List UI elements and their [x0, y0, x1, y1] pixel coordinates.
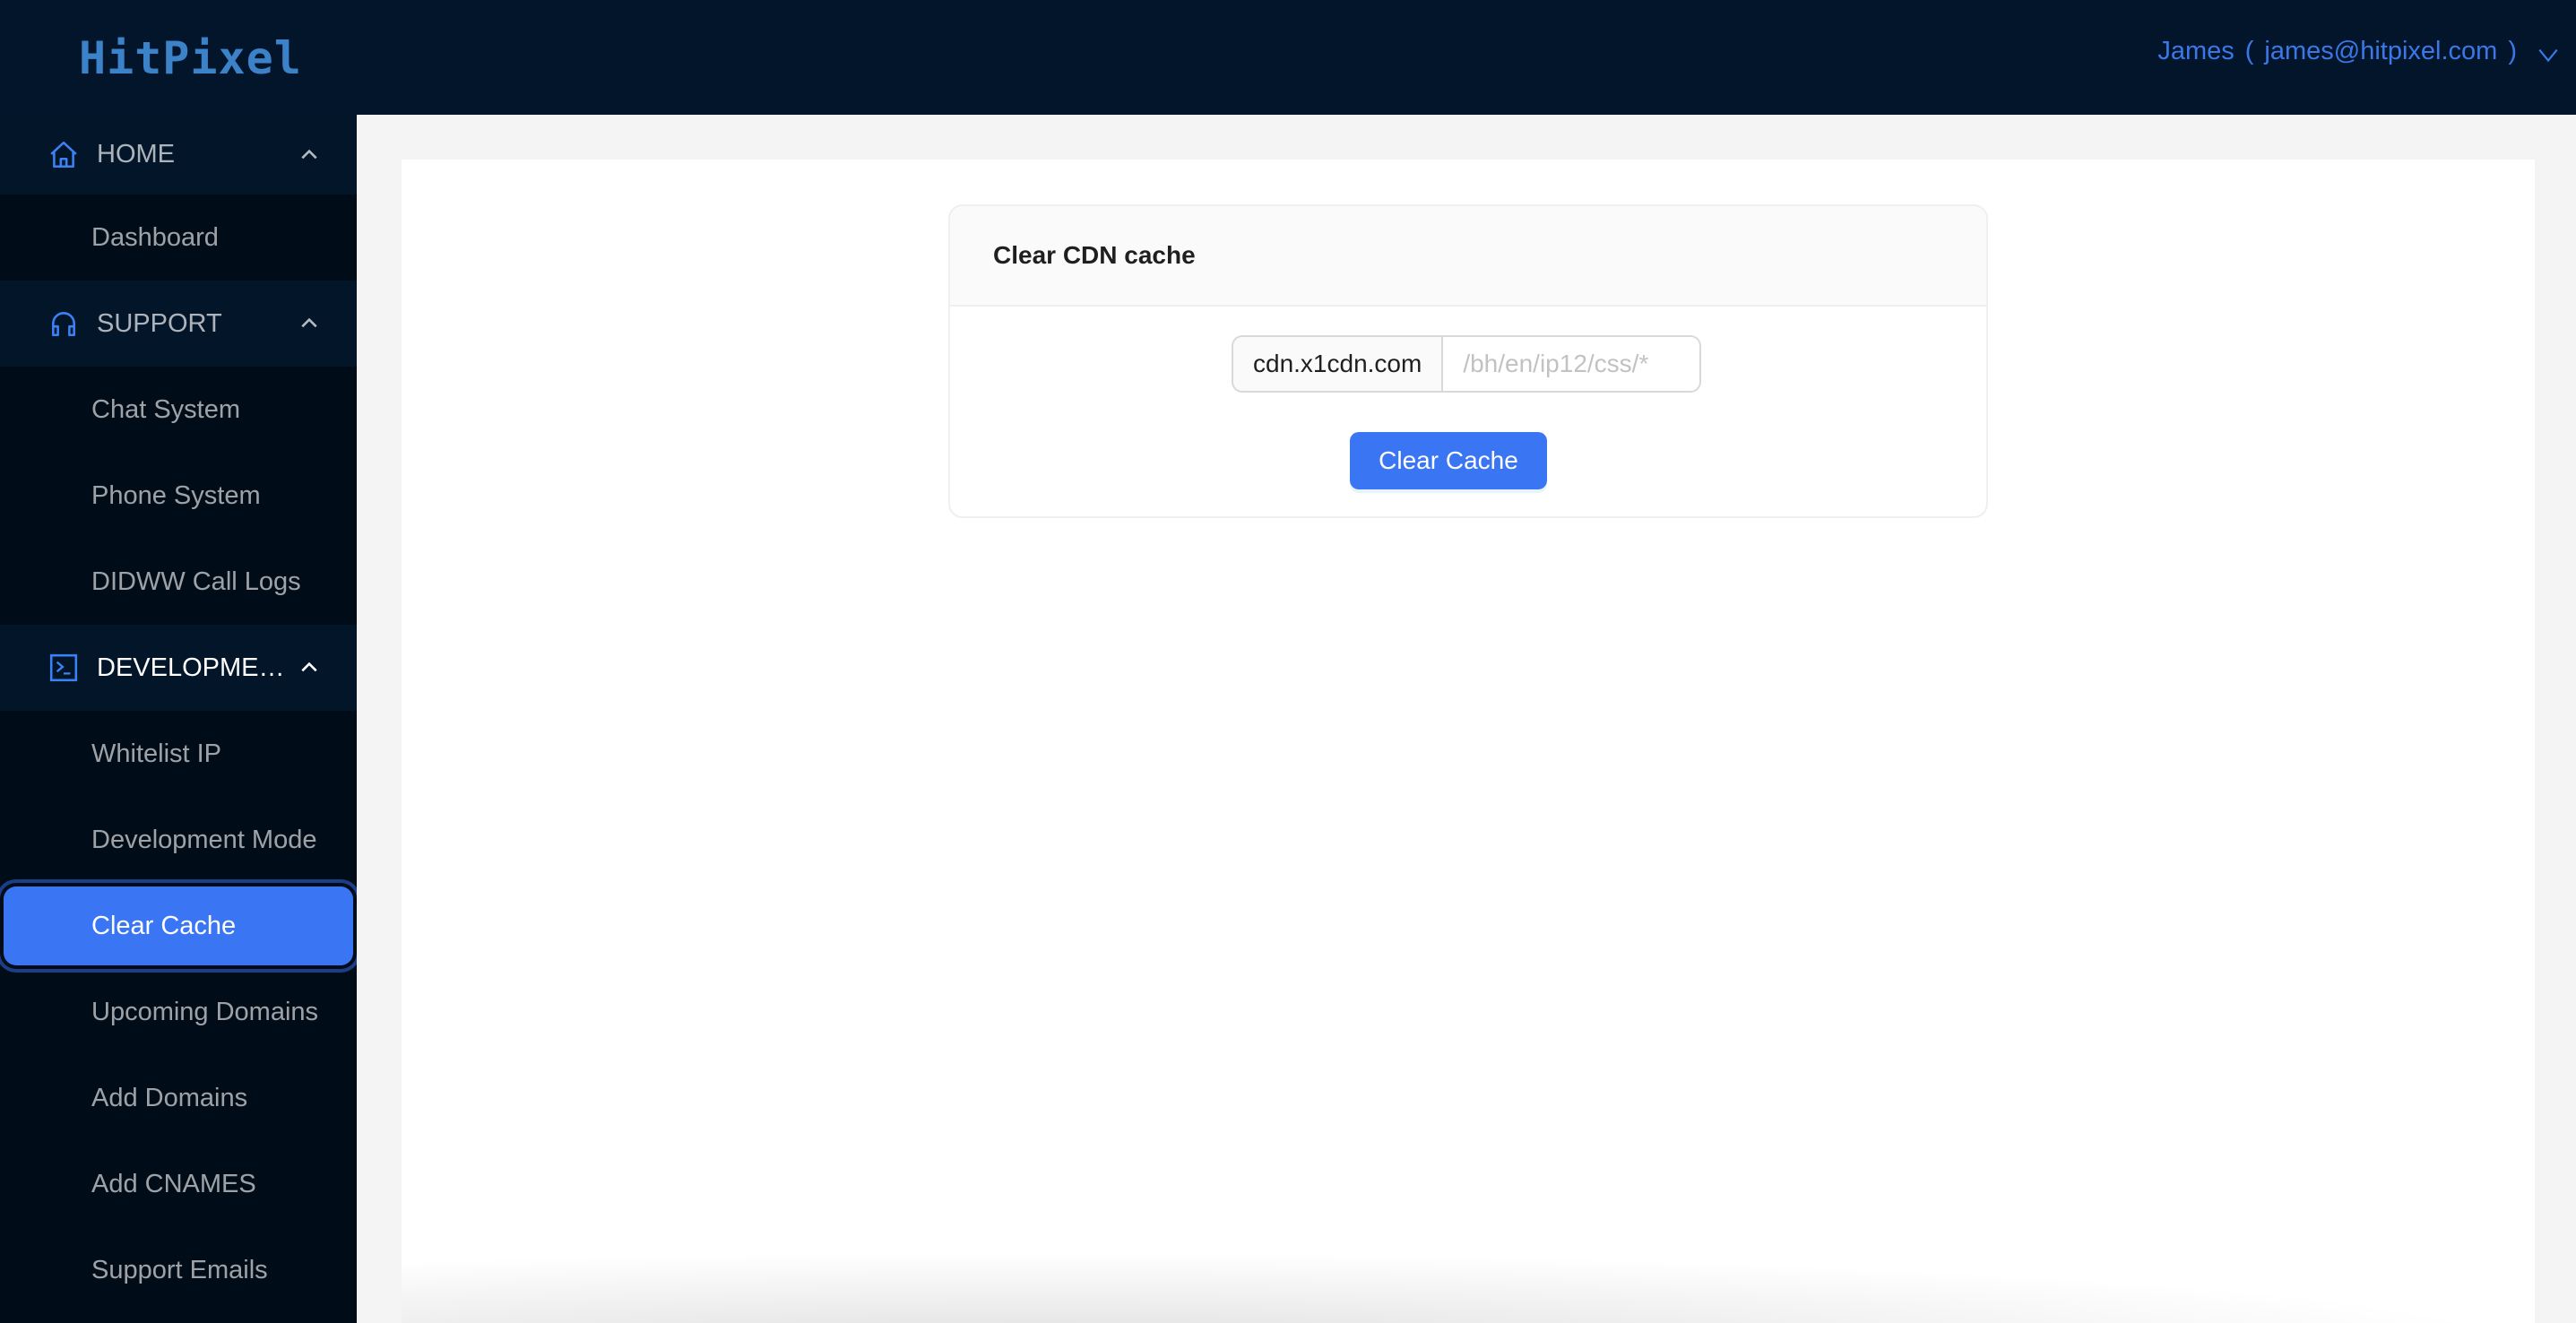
- sidebar-item-support-emails[interactable]: Support Emails: [0, 1227, 357, 1313]
- user-menu[interactable]: James ( james@hitpixel.com ): [2157, 36, 2560, 66]
- sidebar-group-label: HOME: [97, 140, 175, 169]
- sidebar-item-development-mode[interactable]: Development Mode: [0, 797, 357, 883]
- cdn-path-input-group: cdn.x1cdn.com: [1232, 335, 1702, 393]
- main-content: Clear CDN cache cdn.x1cdn.com Clear Cach…: [357, 115, 2576, 1323]
- sidebar: HOME Dashboard SUPPORT Chat System Phone…: [0, 115, 357, 1323]
- terminal-icon: [49, 653, 78, 682]
- content-panel: Clear CDN cache cdn.x1cdn.com Clear Cach…: [402, 160, 2535, 1323]
- sidebar-group-support[interactable]: SUPPORT: [0, 281, 357, 367]
- sidebar-item-clear-cache[interactable]: Clear Cache: [4, 886, 353, 965]
- headphones-icon: [52, 312, 75, 337]
- sidebar-item-whitelist-ip[interactable]: Whitelist IP: [0, 711, 357, 797]
- close-paren: ): [2508, 36, 2517, 65]
- sidebar-group-development[interactable]: DEVELOPMEN...: [0, 625, 357, 711]
- sidebar-item-didww-call-logs[interactable]: DIDWW Call Logs: [0, 539, 357, 625]
- sidebar-item-chat-system[interactable]: Chat System: [0, 367, 357, 453]
- logo-text: HitPixel: [79, 32, 302, 84]
- chevron-up-icon: [301, 662, 317, 672]
- cdn-domain-addon: cdn.x1cdn.com: [1232, 335, 1442, 393]
- clear-cdn-cache-card: Clear CDN cache cdn.x1cdn.com Clear Cach…: [948, 204, 1988, 518]
- top-header: HitPixel James ( james@hitpixel.com ): [0, 0, 2576, 115]
- sidebar-group-home[interactable]: HOME: [0, 115, 357, 195]
- hitpixel-logo[interactable]: HitPixel: [79, 32, 302, 84]
- clear-cache-button[interactable]: Clear Cache: [1350, 432, 1547, 489]
- sidebar-item-dashboard[interactable]: Dashboard: [0, 195, 357, 281]
- sidebar-item-add-domains[interactable]: Add Domains: [0, 1055, 357, 1141]
- sidebar-group-label: DEVELOPMEN...: [97, 653, 287, 682]
- user-name: James: [2157, 36, 2235, 65]
- chevron-up-icon: [301, 149, 317, 159]
- home-icon: [50, 141, 77, 168]
- user-email: james@hitpixel.com: [2264, 36, 2498, 65]
- open-paren: (: [2244, 36, 2254, 65]
- chevron-down-icon[interactable]: [2537, 43, 2560, 66]
- sidebar-item-phone-system[interactable]: Phone System: [0, 453, 357, 539]
- card-body: cdn.x1cdn.com Clear Cache: [950, 307, 1986, 516]
- chevron-up-icon: [301, 317, 317, 328]
- sidebar-item-add-cnames[interactable]: Add CNAMES: [0, 1141, 357, 1227]
- card-header: Clear CDN cache: [950, 206, 1986, 307]
- sidebar-item-upcoming-domains[interactable]: Upcoming Domains: [0, 969, 357, 1055]
- card-title: Clear CDN cache: [993, 241, 1196, 269]
- cache-path-input[interactable]: [1441, 335, 1702, 393]
- sidebar-group-label: SUPPORT: [97, 308, 222, 338]
